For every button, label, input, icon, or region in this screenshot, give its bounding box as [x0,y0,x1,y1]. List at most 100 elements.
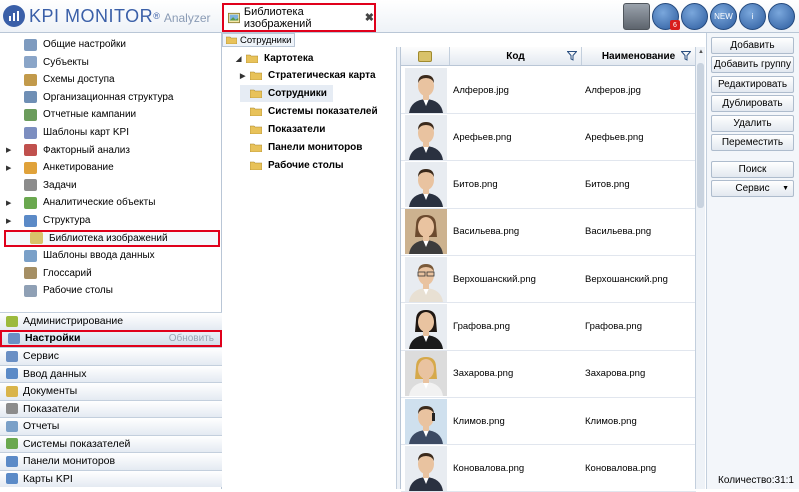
messages-icon[interactable]: 6 [652,3,680,30]
image-grid: Код Наименование Алферов.jpg Алферов.jpg А… [400,47,696,492]
edit-button[interactable]: Редактировать [711,76,794,93]
accordion-item[interactable]: Ввод данных [0,364,222,382]
employee-photo [401,304,450,350]
tree-folder-item[interactable]: Показатели [240,121,331,138]
close-icon[interactable]: ✖ [365,11,374,24]
accordion-label: Настройки [25,332,81,345]
filter-icon[interactable] [567,51,577,61]
move-button[interactable]: Переместить [711,134,794,151]
settings-menu-item[interactable]: Библиотека изображений [4,229,220,247]
access-icon [24,73,37,86]
table-row[interactable]: Арефьев.png Арефьев.png [401,114,696,162]
folder-icon [226,36,237,44]
admin-icon [6,315,18,327]
table-row[interactable]: Битов.png Битов.png [401,162,696,209]
cell-name: Захарова.png [585,368,646,380]
duplicate-button[interactable]: Дублировать [711,95,794,112]
accordion-item[interactable]: Отчеты [0,417,222,435]
add-button[interactable]: Добавить [711,37,794,54]
new-icon[interactable]: NEW [710,3,737,30]
expand-icon[interactable]: ▶ [6,199,16,207]
employee-photo [401,445,450,491]
breadcrumb[interactable]: Сотрудники [222,33,296,47]
scrollbar-thumb[interactable] [697,63,704,208]
accordion-label: Документы [23,385,78,398]
user-icon[interactable] [623,3,650,30]
tree-folder-item[interactable]: ▶ Стратегическая карта [240,67,382,84]
settings-menu-item[interactable]: Шаблоны ввода данных [0,247,222,264]
reports-icon [6,420,18,432]
employee-photo [401,256,450,302]
tree-folder-item[interactable]: Панели мониторов [240,139,368,156]
tree-item-label: Панели мониторов [268,142,363,153]
tree-folder-item[interactable]: Системы показателей [240,103,384,120]
tab-image-library[interactable]: Библиотека изображений ✖ [222,3,376,32]
accordion-item[interactable]: Системы показателей [0,434,222,452]
header-code[interactable]: Код [450,47,582,65]
menu-item-label: Схемы доступа [43,74,115,86]
table-row[interactable]: Верхошанский.png Верхошанский.png [401,256,696,304]
table-row[interactable]: Алферов.jpg Алферов.jpg [401,67,696,114]
settings-menu-item[interactable]: Субъекты [0,54,222,71]
settings-menu-item[interactable]: Глоссарий [0,265,222,282]
accordion-item[interactable]: Панели мониторов [0,452,222,470]
scroll-up-icon[interactable]: ▲ [697,49,705,57]
cell-name: Битов.png [585,179,630,191]
accordion-item[interactable]: Документы [0,382,222,400]
settings-menu-item[interactable]: Рабочие столы [0,282,222,299]
settings-menu-item[interactable]: ▶ Структура [0,212,222,229]
header-name[interactable]: Наименование [582,47,696,65]
delete-button[interactable]: Удалить [711,115,794,132]
accordion-item[interactable]: Администрирование [0,312,222,330]
org-icon [24,91,37,104]
menu-item-label: Факторный анализ [43,144,130,156]
filter-icon[interactable] [681,51,691,61]
tree-folder-item[interactable]: Сотрудники [240,85,333,102]
cell-code: Климов.png [453,415,505,427]
settings-menu-item[interactable]: Отчетные кампании [0,106,222,123]
settings-menu-item[interactable]: ▶ Анкетирование [0,159,222,176]
tree-root[interactable]: ◢ Картотека [236,50,313,67]
settings-menu-item[interactable]: Организационная структура [0,89,222,106]
table-row[interactable]: Климов.png Климов.png [401,398,696,446]
collapse-icon[interactable]: ◢ [236,55,246,63]
accordion-label: Ввод данных [23,367,87,380]
table-row[interactable]: Васильева.png Васильева.png [401,209,696,256]
expand-icon[interactable]: ▶ [6,164,16,172]
employee-photo [401,209,450,255]
info-icon[interactable]: i [739,3,766,30]
accordion-label: Системы показателей [23,437,131,450]
power-icon[interactable] [768,3,795,30]
table-row[interactable]: Коновалова.png Коновалова.png [401,445,696,492]
actions-panel: Добавить Добавить группу Редактировать Д… [706,33,799,489]
logo-registered: ® [153,11,160,21]
tree-folder-item[interactable]: Рабочие столы [240,157,350,174]
table-row[interactable]: Графова.png Графова.png [401,304,696,351]
folder-icon [250,107,262,116]
search-button[interactable]: Поиск [711,161,794,178]
chevron-down-icon: ▼ [782,185,789,192]
settings-menu-item[interactable]: Задачи [0,177,222,194]
add-group-button[interactable]: Добавить группу [711,56,794,73]
expand-icon[interactable]: ▶ [6,146,16,154]
accordion-item[interactable]: Показатели [0,399,222,417]
accordion-item[interactable]: Карты KPI [0,469,222,487]
accordion-item[interactable]: Настройки Обновить [0,329,222,347]
service-dropdown[interactable]: Сервис ▼ [711,180,794,197]
image-library-icon [30,232,43,245]
settings-menu-item[interactable]: Общие настройки [0,36,222,53]
expand-icon[interactable]: ▶ [6,217,16,225]
settings-menu-item[interactable]: Схемы доступа [0,71,222,88]
settings-menu-item[interactable]: ▶ Аналитические объекты [0,194,222,211]
folder-icon [250,89,262,98]
table-row[interactable]: Захарова.png Захарова.png [401,351,696,398]
grid-scrollbar[interactable]: ▲ [695,47,705,489]
menu-item-label: Рабочие столы [43,285,113,297]
accordion-label: Панели мониторов [23,455,116,468]
settings-menu-item[interactable]: Шаблоны карт KPI [0,124,222,141]
settings-menu-item[interactable]: ▶ Факторный анализ [0,142,222,159]
accordion-item[interactable]: Сервис [0,347,222,365]
documents-icon[interactable] [681,3,708,30]
refresh-link[interactable]: Обновить [169,333,214,344]
expand-icon[interactable]: ▶ [240,72,250,80]
